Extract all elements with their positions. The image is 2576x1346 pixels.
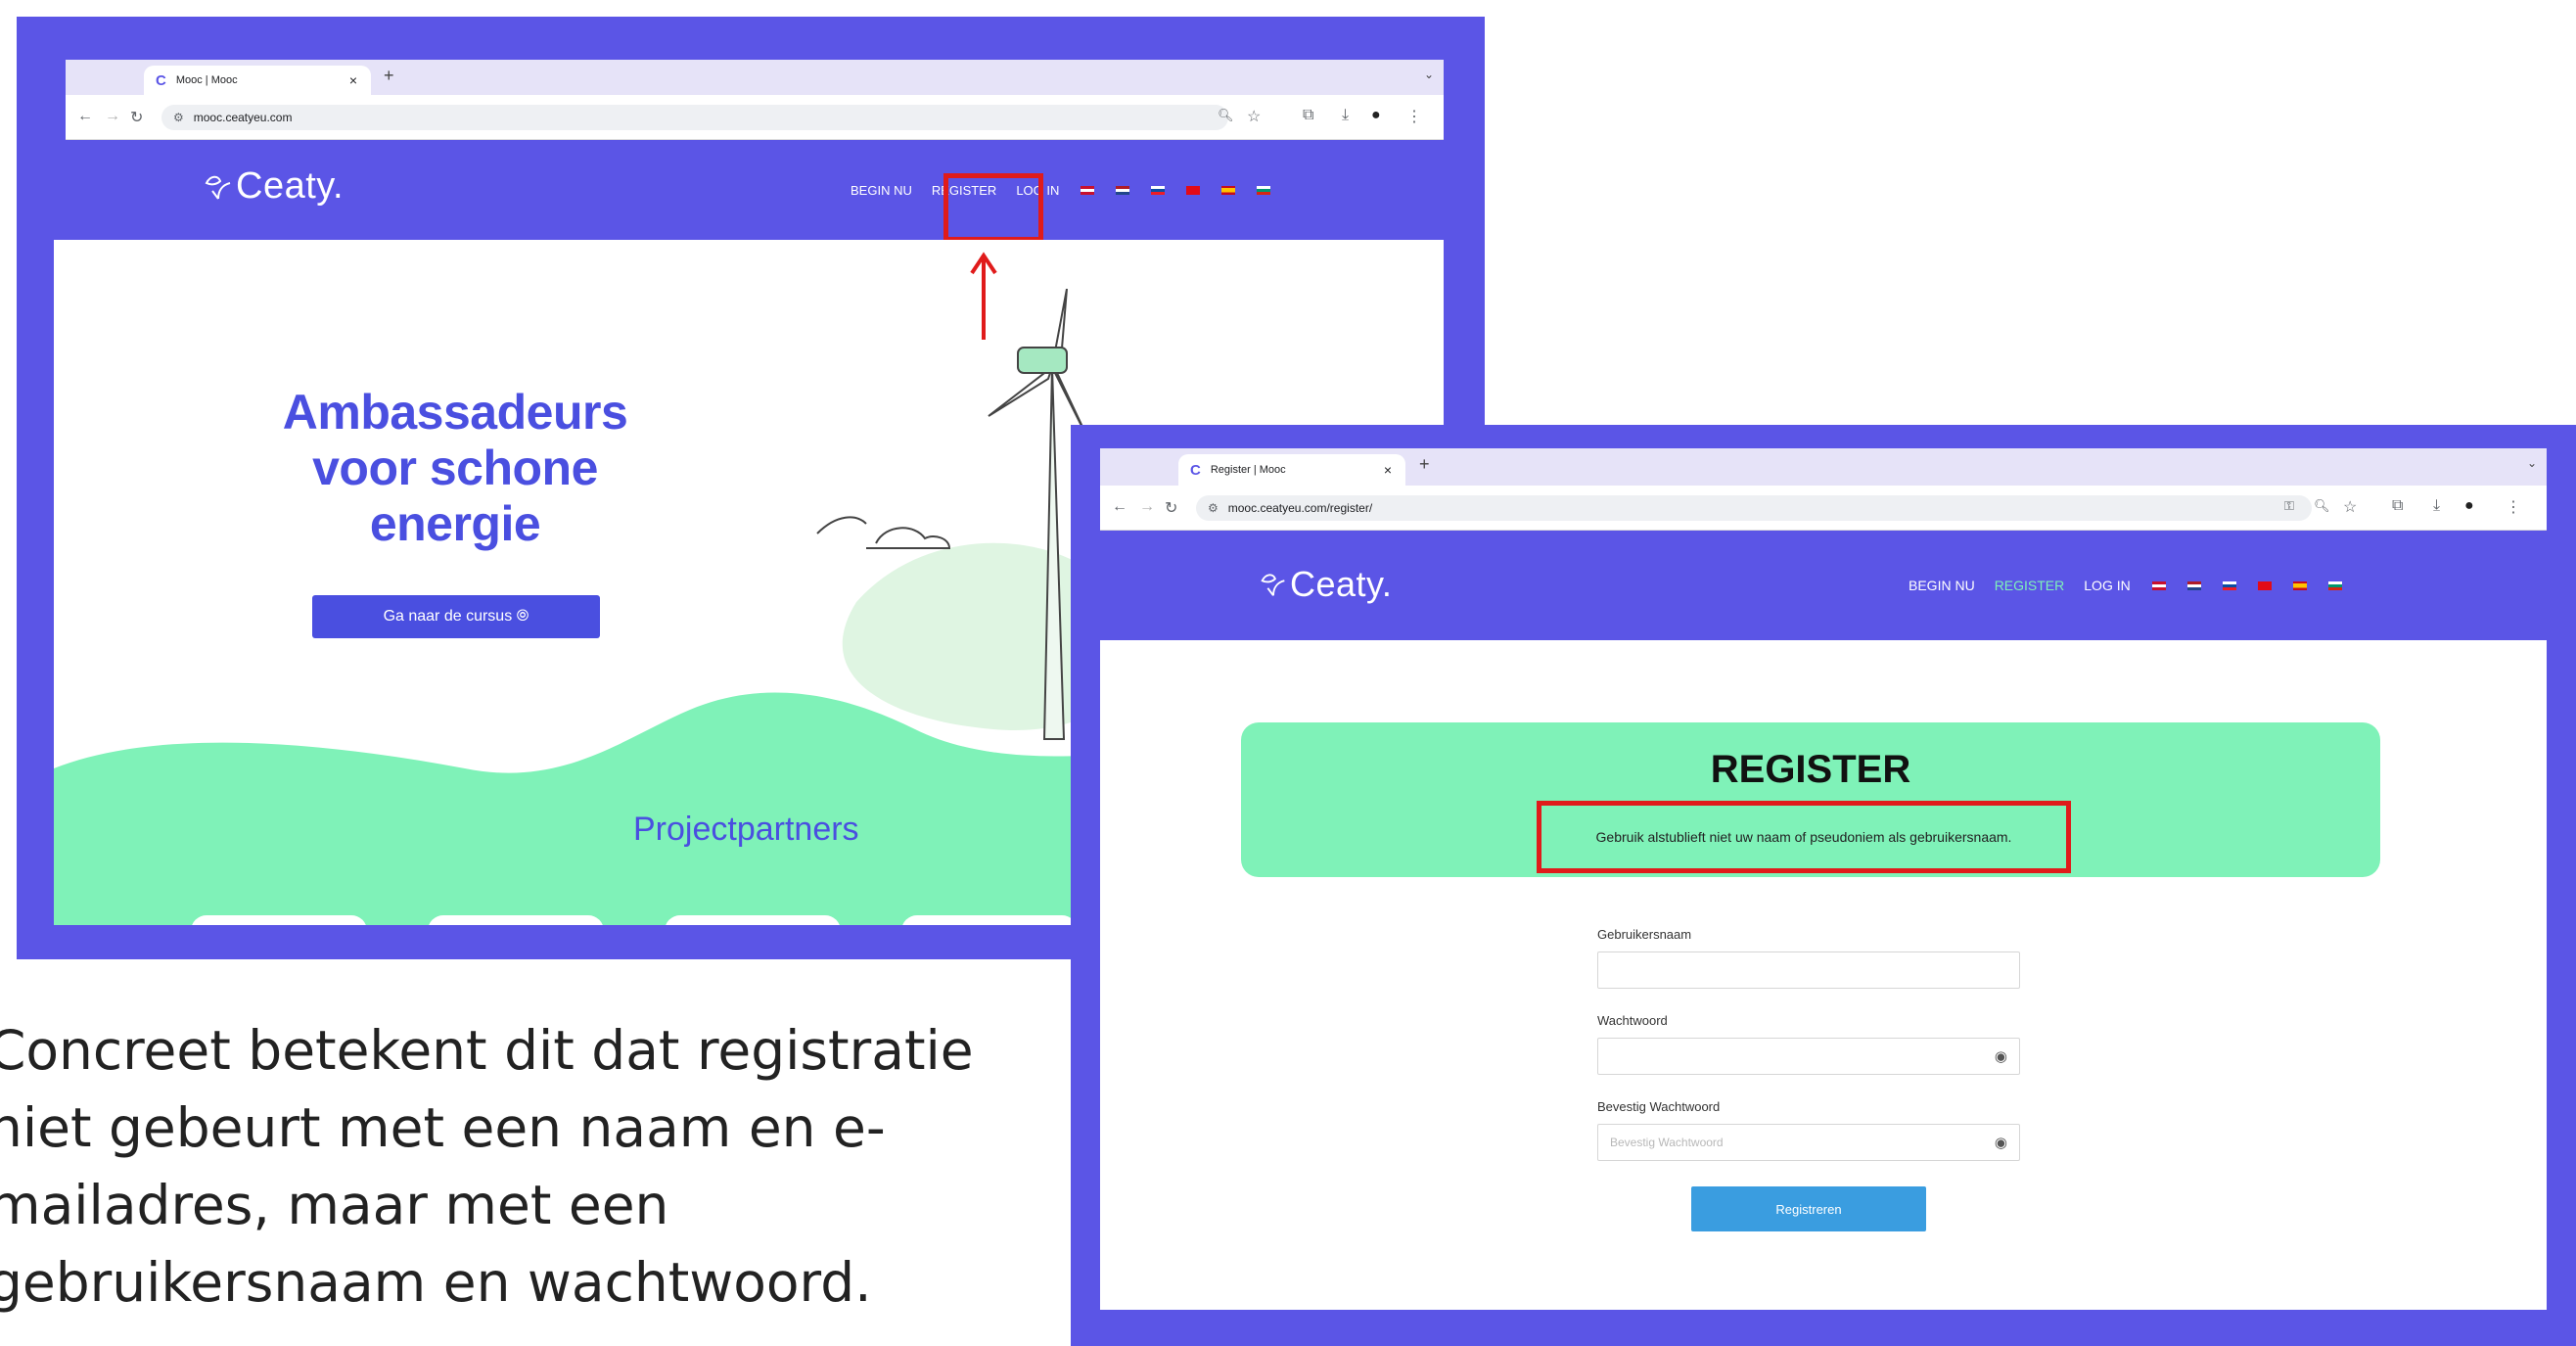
flag-sk-icon[interactable]: [1151, 186, 1166, 195]
back-arrow-icon[interactable]: ←: [1112, 498, 1127, 516]
caption-text: Concreet betekent dit dat registratie ni…: [0, 1012, 987, 1322]
flag-tr-icon[interactable]: [2257, 580, 2272, 590]
flag-en-icon[interactable]: [1081, 186, 1095, 195]
username-label: Gebruikersnaam: [1597, 927, 1692, 942]
tab-favicon-icon: C: [156, 71, 166, 89]
eye-icon[interactable]: ◉: [1995, 1134, 2007, 1151]
browser-tab[interactable]: C Mooc | Mooc ×: [144, 66, 371, 95]
leaf-logo-icon: [1261, 574, 1285, 596]
caption-line-4: gebruikersnaam en wachtwoord.: [0, 1251, 872, 1314]
zoom-icon[interactable]: 🔍︎: [2314, 498, 2330, 514]
username-notice: Gebruik alstublieft niet uw naam of pseu…: [1537, 801, 2071, 873]
nav-login[interactable]: LOG IN: [2084, 578, 2130, 593]
new-tab-icon[interactable]: +: [384, 66, 394, 86]
nav-begin-nu[interactable]: BEGIN NU: [1909, 578, 1975, 593]
eye-icon[interactable]: ◉: [1995, 1047, 2007, 1065]
nav-register-active[interactable]: REGISTER: [1995, 578, 2065, 593]
flag-tr-icon[interactable]: [1186, 186, 1201, 195]
caption-line-1: Concreet betekent dit dat registratie: [0, 1019, 974, 1082]
confirm-password-label: Bevestig Wachtwoord: [1597, 1099, 1721, 1114]
key-icon[interactable]: ⚿: [2284, 498, 2294, 514]
new-tab-icon[interactable]: +: [1419, 454, 1430, 475]
star-icon[interactable]: ☆: [2343, 497, 2357, 517]
go-to-course-button[interactable]: Ga naar de cursus ⦾: [312, 595, 600, 638]
star-icon[interactable]: ☆: [1247, 107, 1261, 126]
flag-sk-icon[interactable]: [2222, 580, 2236, 590]
confirm-password-placeholder: Bevestig Wachtwoord: [1610, 1136, 1724, 1149]
partners-heading: Projectpartners: [633, 811, 859, 848]
hero-title-line-1: Ambassadeurs: [282, 385, 628, 440]
register-page: REGISTER Gebruik alstublieft niet uw naa…: [1100, 640, 2547, 1310]
download-icon[interactable]: ⤓: [2433, 497, 2440, 515]
password-input[interactable]: ◉: [1597, 1038, 2020, 1075]
caption-line-2: niet gebeurt met een naam en e-: [0, 1096, 886, 1159]
flag-es-icon[interactable]: [1221, 186, 1236, 195]
site-logo[interactable]: Ceaty.: [1257, 564, 1392, 605]
download-icon[interactable]: ⤓: [1342, 107, 1349, 124]
hero-title: Ambassadeurs voor schone energie: [250, 385, 661, 552]
tab-search-icon[interactable]: ⌄: [1424, 68, 1434, 81]
profile-icon[interactable]: ●: [1371, 107, 1381, 124]
browser-tab[interactable]: C Register | Mooc ×: [1178, 454, 1405, 486]
reload-icon[interactable]: ↻: [130, 108, 143, 127]
hero-title-line-2: voor schone: [312, 441, 598, 495]
tab-favicon-icon: C: [1190, 461, 1201, 479]
reload-icon[interactable]: ↻: [1165, 498, 1177, 518]
back-arrow-icon[interactable]: ←: [77, 108, 93, 125]
zoom-icon[interactable]: 🔍︎: [1218, 108, 1234, 123]
browser-toolbar: ← → ↻ ⚙ mooc.ceatyeu.com 🔍︎ ☆ ⧉ ⤓ ● ⋮: [66, 95, 1444, 140]
hero-title-line-3: energie: [369, 496, 541, 551]
username-input[interactable]: [1597, 951, 2020, 989]
notice-text: Gebruik alstublieft niet uw naam of pseu…: [1595, 829, 2012, 845]
menu-dots-icon[interactable]: ⋮: [1406, 107, 1422, 126]
nav-begin-nu[interactable]: BEGIN NU: [851, 183, 912, 198]
leaf-logo-icon: [205, 175, 231, 200]
tab-search-icon[interactable]: ⌄: [2527, 456, 2537, 470]
flag-bg-icon[interactable]: [2327, 580, 2342, 590]
site-header: Ceaty. BEGIN NU REGISTER LOG IN: [54, 140, 1444, 242]
register-submit-button[interactable]: Registreren: [1691, 1186, 1926, 1231]
flag-bg-icon[interactable]: [1257, 186, 1271, 195]
browser-tabbar: C Register | Mooc × + ⌄: [1100, 448, 2547, 486]
register-title: REGISTER: [1710, 748, 1911, 791]
site-header: Ceaty. BEGIN NU REGISTER LOG IN: [1100, 531, 2547, 640]
partner-logo-card[interactable]: [191, 915, 367, 925]
partner-logo-card[interactable]: [428, 915, 604, 925]
extensions-icon[interactable]: ⧉: [2392, 497, 2403, 515]
url-text: mooc.ceatyeu.com: [193, 111, 293, 124]
forward-arrow-icon[interactable]: →: [105, 108, 120, 125]
tab-close-icon[interactable]: ×: [349, 72, 357, 88]
partner-logo-card[interactable]: [901, 915, 1078, 925]
main-nav: BEGIN NU REGISTER LOG IN: [851, 183, 1271, 198]
site-logo[interactable]: Ceaty.: [201, 165, 344, 208]
url-text: mooc.ceatyeu.com/register/: [1227, 501, 1373, 515]
url-bar[interactable]: ⚙ mooc.ceatyeu.com/register/: [1196, 495, 2312, 521]
forward-arrow-icon[interactable]: →: [1139, 498, 1155, 516]
menu-dots-icon[interactable]: ⋮: [2506, 497, 2521, 517]
flag-en-icon[interactable]: [2151, 580, 2166, 590]
tab-close-icon[interactable]: ×: [1384, 462, 1392, 478]
caption-line-3: mailadres, maar met een: [0, 1174, 669, 1236]
profile-icon[interactable]: ●: [2464, 497, 2474, 515]
main-nav: BEGIN NU REGISTER LOG IN: [1909, 578, 2342, 593]
site-settings-icon[interactable]: ⚙: [173, 111, 184, 124]
password-label: Wachtwoord: [1597, 1013, 1668, 1028]
browser-tabbar: C Mooc | Mooc × + ⌄: [66, 60, 1444, 95]
flag-nl-icon[interactable]: [2186, 580, 2201, 590]
tab-title: Mooc | Mooc: [175, 74, 238, 86]
site-settings-icon[interactable]: ⚙: [1208, 501, 1219, 515]
extensions-icon[interactable]: ⧉: [1303, 107, 1313, 124]
logo-text: Ceaty.: [236, 165, 345, 207]
browser-toolbar: ← → ↻ ⚙ mooc.ceatyeu.com/register/ ⚿ 🔍︎ …: [1100, 486, 2547, 531]
screenshot-register: C Register | Mooc × + ⌄ ← → ↻ ⚙ mooc.cea…: [1071, 425, 2576, 1346]
register-highlight-box: [943, 173, 1043, 242]
logo-text: Ceaty.: [1290, 564, 1393, 604]
register-banner: REGISTER Gebruik alstublieft niet uw naa…: [1241, 722, 2380, 877]
url-bar[interactable]: ⚙ mooc.ceatyeu.com: [161, 105, 1228, 130]
confirm-password-input[interactable]: Bevestig Wachtwoord ◉: [1597, 1124, 2020, 1161]
partner-logo-card[interactable]: [665, 915, 841, 925]
tab-title: Register | Mooc: [1210, 464, 1286, 476]
flag-nl-icon[interactable]: [1116, 186, 1130, 195]
flag-es-icon[interactable]: [2292, 580, 2307, 590]
